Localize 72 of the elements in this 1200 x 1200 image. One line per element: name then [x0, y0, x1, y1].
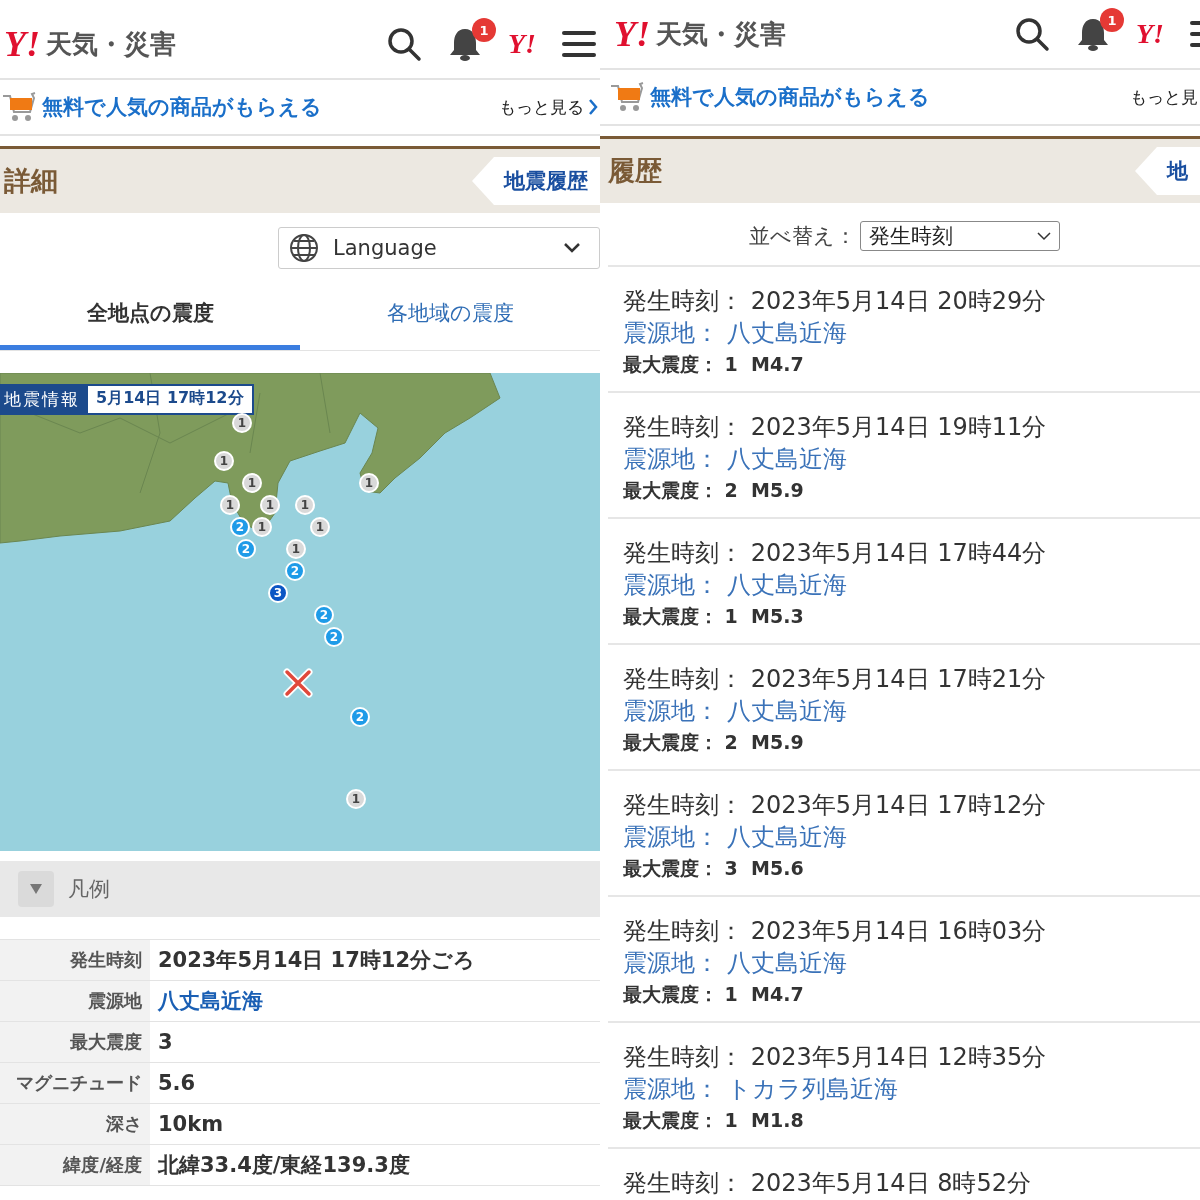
promo-link[interactable]: 無料で人気の商品がもらえる	[650, 83, 930, 111]
chevron-down-icon	[563, 242, 581, 254]
history-tab[interactable]: 地震履歴	[472, 157, 600, 205]
language-select[interactable]: Language	[278, 227, 600, 269]
triangle-down-icon	[29, 883, 43, 895]
sort-select[interactable]: 発生時刻	[859, 221, 1060, 251]
intensity-tab[interactable]: 各地域の震度	[300, 285, 600, 350]
site-title: 天気・災害	[46, 27, 176, 61]
globe-icon	[289, 233, 319, 263]
detail-value: 10km	[158, 1112, 224, 1136]
entry-intensity: 最大震度： 1 M4.7	[623, 352, 805, 377]
logo-mark[interactable]: Y!	[508, 30, 536, 58]
map-info-time: 5月14日 17時12分	[95, 387, 245, 409]
entry-epicenter[interactable]: 震源地： 八丈島近海	[623, 317, 1200, 349]
entry-intensity: 最大震度： 1 M1.8	[623, 1108, 805, 1133]
intensity-tab[interactable]: 全地点の震度	[0, 285, 300, 350]
entry-intensity: 最大震度： 1 M4.7	[623, 982, 805, 1007]
detail-value: 3	[158, 1030, 173, 1054]
notification-badge: 1	[472, 18, 496, 42]
entry-intensity: 最大震度： 2 M5.9	[623, 478, 805, 503]
entry-time[interactable]: 発生時刻： 2023年5月14日 17時21分	[623, 663, 1200, 695]
section-title: 詳細	[3, 164, 58, 198]
entry-time[interactable]: 発生時刻： 2023年5月14日 17時12分	[623, 789, 1200, 821]
detail-value: 2023年5月14日 17時12分ごろ	[158, 947, 476, 974]
more-link[interactable]: もっと見る	[499, 95, 600, 119]
entry-epicenter[interactable]: 震源地： 八丈島近海	[623, 695, 1200, 727]
detail-label: マグニチュード	[0, 1063, 150, 1104]
logo-mark[interactable]: Y!	[4, 26, 40, 62]
entry-epicenter[interactable]: 震源地： 八丈島近海	[623, 569, 1200, 601]
detail-label: 発生時刻	[0, 940, 150, 981]
epicenter-link[interactable]: 八丈島近海	[158, 987, 263, 1015]
search-icon[interactable]	[1014, 16, 1050, 52]
chevron-down-icon	[1036, 231, 1051, 241]
entry-time[interactable]: 発生時刻： 2023年5月14日 17時44分	[623, 537, 1200, 569]
detail-value: 北緯33.4度/東経139.3度	[158, 1152, 410, 1179]
legend-label: 凡例	[68, 876, 110, 903]
map-info-title: 地震情報	[2, 386, 88, 413]
cart-icon	[610, 82, 644, 112]
logo-mark[interactable]: Y!	[1136, 20, 1164, 48]
detail-label: 震源地	[0, 981, 150, 1022]
entry-epicenter[interactable]: 震源地： 八丈島近海	[623, 443, 1200, 475]
bell-icon[interactable]	[1076, 16, 1110, 52]
sort-label: 並べ替え：	[748, 223, 856, 250]
entry-epicenter[interactable]: 震源地： 八丈島近海	[623, 821, 1200, 853]
logo-mark[interactable]: Y!	[614, 16, 650, 52]
history-tab[interactable]: 地	[1135, 147, 1200, 195]
notification-badge: 1	[1100, 8, 1124, 32]
entry-intensity: 最大震度： 2 M5.9	[623, 730, 805, 755]
entry-intensity: 最大震度： 1 M5.3	[623, 604, 805, 629]
more-link[interactable]: もっと見	[1130, 85, 1200, 109]
chevron-right-icon	[588, 98, 598, 116]
site-title: 天気・災害	[656, 17, 786, 51]
entry-epicenter[interactable]: 震源地： トカラ列島近海	[623, 1073, 1200, 1105]
epicenter-cross-icon	[283, 668, 313, 698]
menu-icon[interactable]	[562, 29, 596, 59]
entry-time[interactable]: 発生時刻： 2023年5月14日 16時03分	[623, 915, 1200, 947]
detail-label: 緯度/経度	[0, 1145, 150, 1186]
promo-link[interactable]: 無料で人気の商品がもらえる	[42, 93, 322, 121]
entry-time[interactable]: 発生時刻： 2023年5月14日 19時11分	[623, 411, 1200, 443]
entry-time[interactable]: 発生時刻： 2023年5月14日 8時52分	[623, 1167, 1200, 1199]
entry-time[interactable]: 発生時刻： 2023年5月14日 12時35分	[623, 1041, 1200, 1073]
detail-value: 5.6	[158, 1071, 196, 1095]
detail-label: 最大震度	[0, 1022, 150, 1063]
bell-icon[interactable]	[448, 26, 482, 62]
cart-icon	[2, 92, 36, 122]
legend-toggle-button[interactable]	[18, 871, 54, 907]
search-icon[interactable]	[386, 26, 422, 62]
entry-epicenter[interactable]: 震源地： 八丈島近海	[623, 947, 1200, 979]
entry-time[interactable]: 発生時刻： 2023年5月14日 20時29分	[623, 285, 1200, 317]
section-title: 履歴	[607, 154, 662, 188]
entry-intensity: 最大震度： 3 M5.6	[623, 856, 805, 881]
detail-label: 深さ	[0, 1104, 150, 1145]
